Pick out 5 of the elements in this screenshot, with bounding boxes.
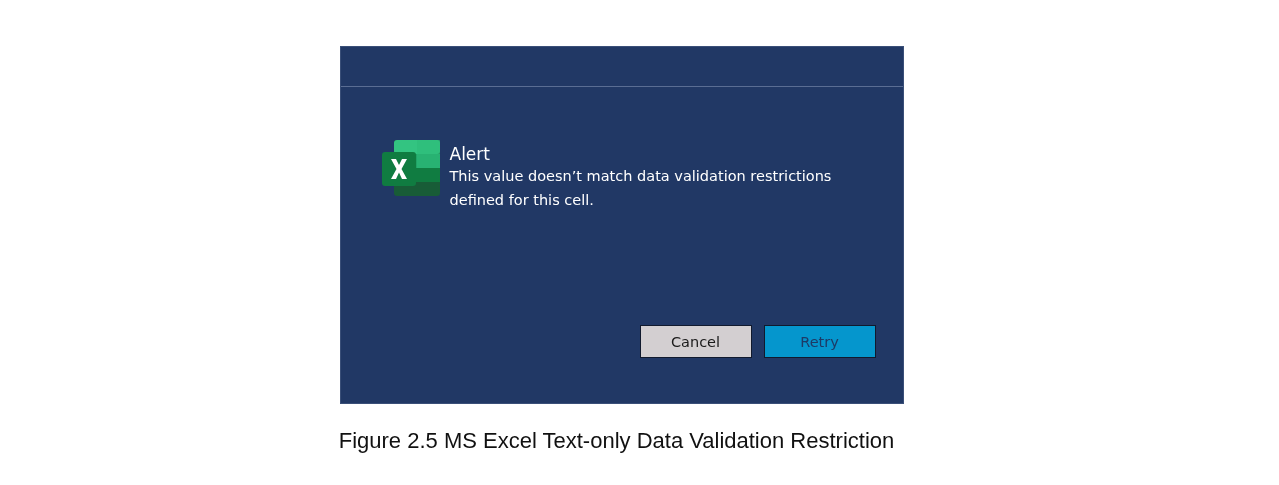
dialog-message: This value doesn’t match data validation restrictions defined for this cell. (449, 167, 833, 210)
figure-caption: Figure 2.5 MS Excel Text-only Data Validation Restriction (338, 428, 895, 454)
dialog-title: Alert (449, 144, 491, 164)
cancel-button[interactable]: Cancel (639, 325, 752, 358)
spreadsheet-app-icon (381, 140, 440, 196)
